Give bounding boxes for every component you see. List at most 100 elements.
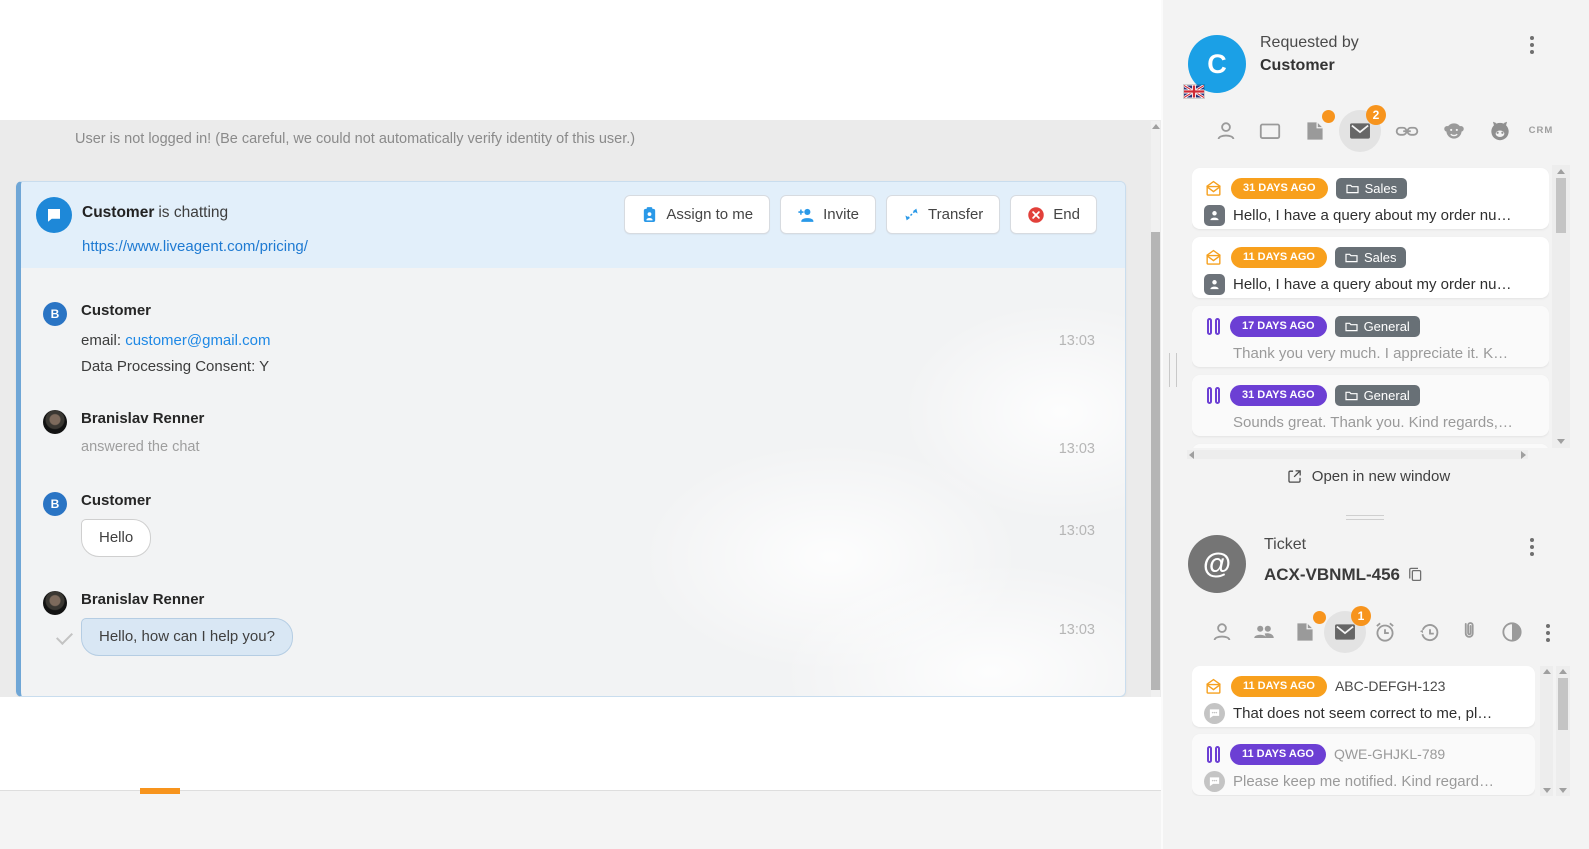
person-icon[interactable] [1209,619,1235,645]
scroll-down-arrow[interactable] [1559,788,1567,793]
email-line: email: customer@gmail.com [81,328,1125,354]
chat-message-icon [1204,771,1225,792]
agent-avatar [43,591,67,615]
chat-bubble-icon [36,197,72,233]
message-list-scrollbar[interactable] [1540,666,1553,796]
pause-icon [1204,318,1222,335]
scroll-up-arrow[interactable] [1543,669,1551,674]
mailchimp-icon[interactable] [1441,118,1467,144]
contact-ticket-list: 31 DAYS AGO Sales Hello, I have a query … [1192,165,1549,448]
chat-scrollbar[interactable] [1151,121,1160,710]
crm-icon[interactable]: CRM [1528,118,1554,144]
pause-icon [1204,387,1222,404]
open-in-new-window-link[interactable]: Open in new window [1163,468,1573,485]
department-label: Sales [1364,250,1397,265]
ticket-ref-code: ABC-DEFGH-123 [1335,678,1445,694]
chat-message-icon [1204,703,1225,724]
ticket-list-hscrollbar[interactable] [1187,450,1528,459]
ticket-ref-code: QWE-GHJKL-789 [1334,746,1445,762]
ticket-list-scrollbar[interactable] [1552,165,1570,448]
person-icon[interactable] [1213,118,1239,144]
end-chat-button[interactable]: End [1010,195,1097,234]
notes-notification-dot [1313,611,1326,624]
visited-url-link[interactable]: https://www.liveagent.com/pricing/ [82,238,308,255]
panel-resize-handle[interactable] [1169,353,1177,387]
attachment-icon[interactable] [1456,619,1482,645]
ticket-message-card[interactable]: 11 DAYS AGO QWE-GHJKL-789 Please keep me… [1192,734,1535,795]
message-author: Customer [81,302,1125,320]
composer-toolbar [0,790,1161,849]
open-envelope-icon [1204,678,1223,695]
ticket-preview-card[interactable]: 11 DAYS AGO Sales Hello, I have a query … [1192,237,1549,298]
transfer-label: Transfer [928,206,983,223]
transfer-button[interactable]: Transfer [886,195,1000,234]
ticket-menu-icon[interactable] [1528,536,1536,558]
chat-scroll-area: User is not logged in! (Be careful, we c… [0,120,1161,697]
scroll-up-arrow[interactable] [1557,169,1565,174]
end-icon [1027,206,1045,224]
link-icon[interactable] [1394,118,1420,144]
scroll-up-arrow[interactable] [1152,124,1160,129]
message-time: 13:03 [1059,523,1095,539]
open-envelope-icon [1204,249,1223,266]
ticket-preview-card[interactable]: 17 DAYS AGO General Thank you very much.… [1192,306,1549,367]
scroll-right-arrow[interactable] [1521,451,1526,459]
login-warning: User is not logged in! (Be careful, we c… [75,131,635,147]
group-icon[interactable] [1251,619,1277,645]
ticket-label: Ticket [1264,536,1306,554]
contact-badge-icon [1204,205,1225,226]
active-tab-indicator [140,788,180,794]
department-badge: Sales [1336,178,1408,199]
contrast-icon[interactable] [1499,619,1525,645]
scroll-left-arrow[interactable] [1189,451,1194,459]
ticket-preview-text: Thank you very much. I appreciate it. K… [1233,345,1537,362]
ticket-preview-card[interactable]: 31 DAYS AGO Sales Hello, I have a query … [1192,168,1549,229]
message-agent: Branislav Renner 13:03 Hello, how can I … [21,591,1125,656]
pause-icon [1204,746,1222,763]
requested-by-label: Requested by [1260,34,1359,52]
ticket-preview-text: Hello, I have a query about my order nu… [1233,276,1537,293]
scroll-down-arrow[interactable] [1557,439,1565,444]
contact-menu-icon[interactable] [1528,34,1536,56]
age-badge: 11 DAYS AGO [1231,247,1327,268]
contact-badge-icon [1204,274,1225,295]
chat-session-card: Customeris chatting https://www.liveagen… [16,181,1126,697]
department-label: General [1364,319,1410,334]
assign-to-me-button[interactable]: Assign to me [624,195,770,234]
customer-avatar: B [43,302,67,326]
scrollbar-thumb[interactable] [1151,232,1160,690]
ticket-preview-card[interactable]: 31 DAYS AGO General Sounds great. Thank … [1192,375,1549,436]
customer-avatar: B [43,492,67,516]
ticket-preview-card-clipped[interactable] [1192,444,1549,448]
ticket-message-card[interactable]: 11 DAYS AGO ABC-DEFGH-123 That does not … [1192,666,1535,727]
alarm-icon[interactable] [1372,619,1398,645]
reply-area[interactable] [0,697,1161,790]
browser-window-icon[interactable] [1257,118,1283,144]
sidebar-scrollbar[interactable] [1556,666,1570,796]
message-system-info: B Customer 13:03 email: customer@gmail.c… [21,302,1125,380]
email-label: email: [81,332,121,349]
history-icon[interactable] [1417,619,1443,645]
scrollbar-thumb[interactable] [1558,678,1568,730]
invite-button[interactable]: Invite [780,195,876,234]
copy-icon[interactable] [1406,565,1424,583]
event-text: answered the chat [81,438,1125,456]
message-list: B Customer 13:03 email: customer@gmail.c… [21,268,1125,696]
department-badge: Sales [1335,247,1407,268]
section-drag-handle[interactable] [1346,515,1384,523]
assign-icon [641,206,658,223]
more-icon[interactable] [1535,622,1561,648]
notes-icon[interactable] [1292,619,1318,645]
message-author: Customer [81,492,1125,510]
age-badge: 11 DAYS AGO [1231,676,1327,697]
open-envelope-icon [1204,180,1223,197]
github-icon[interactable] [1487,118,1513,144]
scroll-up-arrow[interactable] [1559,669,1567,674]
app-root: User is not logged in! (Be careful, we c… [0,0,1589,849]
age-badge: 11 DAYS AGO [1230,744,1326,765]
scroll-down-arrow[interactable] [1543,788,1551,793]
folder-icon [1345,390,1358,401]
scrollbar-thumb[interactable] [1556,178,1566,233]
ticket-avatar: @ [1188,535,1246,593]
email-link[interactable]: customer@gmail.com [125,332,270,349]
